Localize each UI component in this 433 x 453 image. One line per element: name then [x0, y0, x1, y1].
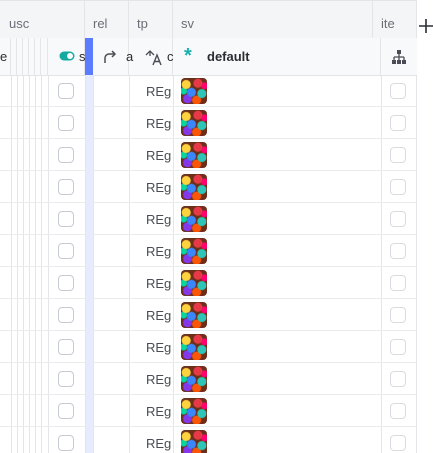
column-header-default[interactable]: * default	[173, 38, 381, 75]
row-checkbox[interactable]	[58, 243, 74, 259]
row-ite-checkbox[interactable]	[390, 339, 406, 355]
row-checkbox[interactable]	[58, 211, 74, 227]
row-ite-checkbox[interactable]	[390, 211, 406, 227]
image-thumbnail[interactable]	[181, 366, 207, 392]
table-row[interactable]: REgM	[0, 203, 417, 235]
tp-cell-text: REgM	[146, 308, 172, 323]
tp-cell-text: REgM	[146, 244, 172, 259]
tp-cell-text: REgM	[146, 84, 172, 99]
column-header-partial-label: e	[0, 49, 8, 64]
asterisk-icon: *	[184, 45, 192, 67]
group-tp[interactable]: tp	[129, 0, 173, 38]
row-checkbox[interactable]	[58, 275, 74, 291]
table-row[interactable]: REgM	[0, 171, 417, 203]
column-header-ite[interactable]	[381, 38, 417, 75]
row-ite-checkbox[interactable]	[390, 147, 406, 163]
group-tp-label: tp	[137, 16, 148, 31]
image-thumbnail[interactable]	[181, 142, 207, 168]
image-thumbnail[interactable]	[181, 334, 207, 360]
table-row[interactable]: REgM	[0, 395, 417, 427]
group-usc[interactable]: usc	[0, 0, 85, 38]
row-ite-checkbox[interactable]	[390, 403, 406, 419]
data-grid: usc rel tp sv ite e s a c * default REg …	[0, 0, 417, 453]
table-row[interactable]: REgM	[0, 235, 417, 267]
row-checkbox[interactable]	[58, 403, 74, 419]
table-row[interactable]: REgM	[0, 331, 417, 363]
row-ite-checkbox[interactable]	[390, 243, 406, 259]
image-thumbnail[interactable]	[181, 302, 207, 328]
group-ite[interactable]: ite	[373, 0, 417, 38]
row-checkbox[interactable]	[58, 339, 74, 355]
row-ite-checkbox[interactable]	[390, 275, 406, 291]
tp-cell-text: REgM	[146, 340, 172, 355]
row-ite-checkbox[interactable]	[390, 179, 406, 195]
redo-arrow-icon	[104, 50, 117, 63]
tp-cell-text: REgM	[146, 116, 172, 131]
column-header-rel[interactable]: a	[93, 38, 133, 75]
row-checkbox[interactable]	[58, 307, 74, 323]
row-checkbox[interactable]	[58, 371, 74, 387]
toggle-icon	[59, 51, 75, 61]
table-row[interactable]: REgM	[0, 75, 417, 107]
tp-cell-text: REgM	[146, 148, 172, 163]
tp-cell-text: REgM	[146, 180, 172, 195]
group-header-row: usc rel tp sv ite	[0, 0, 417, 39]
tp-cell-text: REgM	[146, 404, 172, 419]
column-header-toggle[interactable]: s	[48, 38, 86, 75]
add-column-button[interactable]	[419, 14, 433, 38]
image-thumbnail[interactable]	[181, 174, 207, 200]
text-style-icon	[145, 50, 162, 66]
tp-cell-text: REgM	[146, 372, 172, 387]
image-thumbnail[interactable]	[181, 206, 207, 232]
row-ite-checkbox[interactable]	[390, 307, 406, 323]
group-sv-label: sv	[181, 16, 194, 31]
selected-column-marker	[85, 38, 93, 75]
group-sv[interactable]: sv	[173, 0, 373, 38]
image-thumbnail[interactable]	[181, 78, 207, 104]
group-usc-label: usc	[9, 16, 30, 31]
table-row[interactable]: REgM	[0, 139, 417, 171]
column-header-default-label: default	[207, 49, 250, 64]
image-thumbnail[interactable]	[181, 398, 207, 424]
row-checkbox[interactable]	[58, 179, 74, 195]
tp-cell-text: REgM	[146, 212, 172, 227]
image-thumbnail[interactable]	[181, 270, 207, 296]
row-ite-checkbox[interactable]	[390, 115, 406, 131]
image-thumbnail[interactable]	[181, 238, 207, 264]
row-ite-checkbox[interactable]	[390, 435, 406, 451]
table-row[interactable]: REgM	[0, 299, 417, 331]
group-ite-label: ite	[381, 16, 395, 31]
image-thumbnail[interactable]	[181, 110, 207, 136]
table-row[interactable]: REgM	[0, 107, 417, 139]
tp-cell-text: REgM	[146, 436, 172, 451]
table-row[interactable]: REgM	[0, 363, 417, 395]
row-checkbox[interactable]	[58, 83, 74, 99]
hierarchy-icon	[392, 50, 406, 64]
tp-cell-text: REgM	[146, 276, 172, 291]
row-ite-checkbox[interactable]	[390, 83, 406, 99]
column-header-tp[interactable]: c	[129, 38, 174, 75]
table-row[interactable]: REgM	[0, 267, 417, 299]
row-checkbox[interactable]	[58, 147, 74, 163]
column-header-row: e s a c * default	[0, 38, 417, 76]
column-header-partial[interactable]: e	[0, 38, 11, 75]
row-ite-checkbox[interactable]	[390, 371, 406, 387]
image-thumbnail[interactable]	[181, 430, 207, 453]
row-checkbox[interactable]	[58, 115, 74, 131]
table-row[interactable]: REgM	[0, 427, 417, 453]
group-rel-label: rel	[93, 16, 108, 31]
group-rel[interactable]: rel	[85, 0, 129, 38]
row-checkbox[interactable]	[58, 435, 74, 451]
